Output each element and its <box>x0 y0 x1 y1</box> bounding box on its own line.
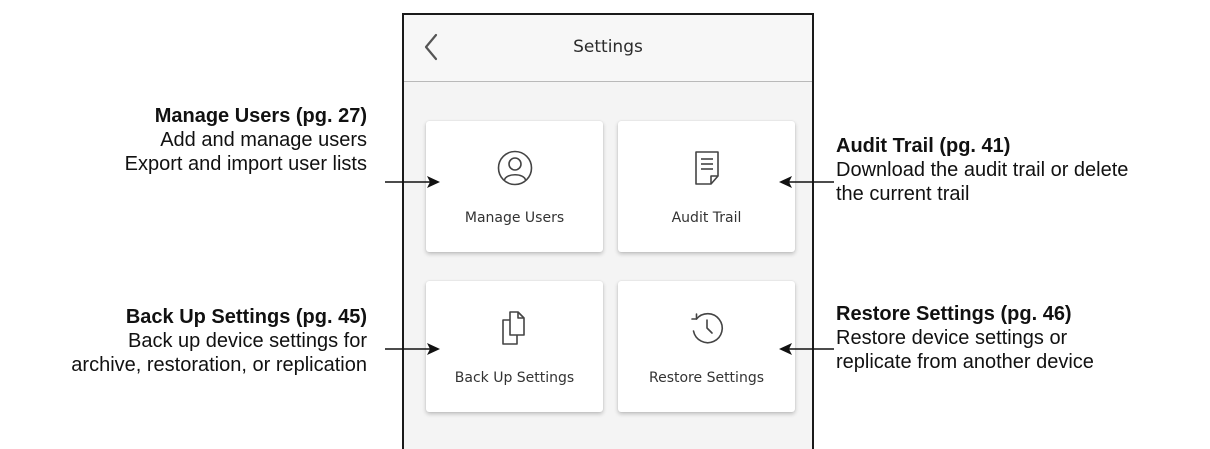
audit-trail-annotation: Audit Trail (pg. 41) Download the audit … <box>836 134 1128 206</box>
annotation-title: Audit Trail (pg. 41) <box>836 135 1011 157</box>
annotation-line: Export and import user lists <box>124 153 367 175</box>
user-circle-icon <box>497 150 533 186</box>
back-up-settings-button[interactable]: Back Up Settings <box>426 281 603 412</box>
header-bar: Settings <box>404 15 812 82</box>
annotation-line: Download the audit trail or delete <box>836 159 1129 181</box>
document-icon <box>695 151 719 185</box>
settings-screen: Settings Manage Users Audit Trail Back U… <box>402 13 814 449</box>
annotation-line: archive, restoration, or replication <box>71 354 367 376</box>
arrow-right-icon <box>385 176 440 188</box>
annotation-title: Manage Users (pg. 27) <box>154 105 367 127</box>
annotation-line: replicate from another device <box>836 351 1094 373</box>
arrow-right-icon <box>385 343 440 355</box>
audit-trail-button[interactable]: Audit Trail <box>618 121 795 252</box>
audit-trail-label: Audit Trail <box>671 210 742 226</box>
history-clock-icon <box>691 312 723 344</box>
back-up-settings-annotation: Back Up Settings (pg. 45) Back up device… <box>71 305 367 377</box>
annotation-line: Restore device settings or <box>836 327 1068 349</box>
restore-settings-label: Restore Settings <box>649 370 764 386</box>
annotation-title: Restore Settings (pg. 46) <box>836 303 1072 325</box>
arrow-left-icon <box>779 176 834 188</box>
annotation-line: Back up device settings for <box>127 330 367 352</box>
annotation-title: Back Up Settings (pg. 45) <box>125 306 367 328</box>
copy-files-icon <box>502 311 525 345</box>
manage-users-label: Manage Users <box>464 210 565 226</box>
restore-settings-annotation: Restore Settings (pg. 46) Restore device… <box>836 302 1094 374</box>
manage-users-annotation: Manage Users (pg. 27) Add and manage use… <box>125 104 367 176</box>
page-title: Settings <box>573 37 643 57</box>
back-up-settings-label: Back Up Settings <box>454 370 575 386</box>
restore-settings-button[interactable]: Restore Settings <box>618 281 795 412</box>
arrow-left-icon <box>779 343 834 355</box>
annotation-line: the current trail <box>836 183 970 205</box>
manage-users-button[interactable]: Manage Users <box>426 121 603 252</box>
annotation-line: Add and manage users <box>160 129 367 151</box>
